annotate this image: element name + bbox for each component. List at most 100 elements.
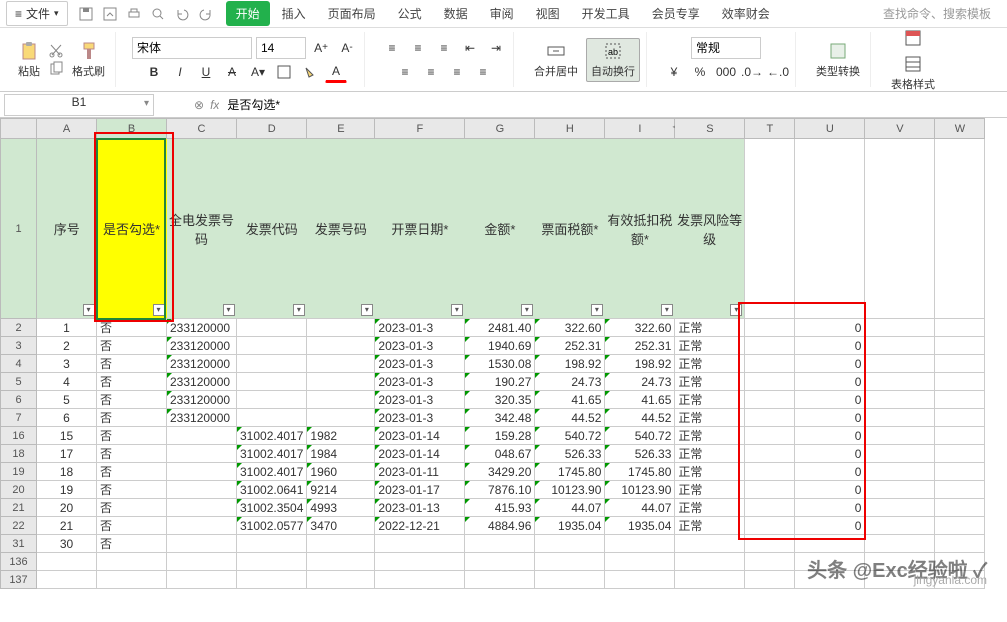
cell[interactable] xyxy=(865,391,935,409)
col-header-W[interactable]: W xyxy=(935,119,985,139)
cell[interactable]: 540.72 xyxy=(605,427,675,445)
cell[interactable] xyxy=(935,373,985,391)
cell[interactable]: 526.33 xyxy=(535,445,605,463)
filter-arrow[interactable]: ▾ xyxy=(83,304,95,316)
header-cell-12[interactable] xyxy=(865,139,935,319)
cell[interactable] xyxy=(745,517,795,535)
dec-decimal-icon[interactable]: ←.0 xyxy=(767,61,789,83)
header-cell-7[interactable]: 票面税额*▾ xyxy=(535,139,605,319)
col-header-V[interactable]: V xyxy=(865,119,935,139)
cell[interactable] xyxy=(167,427,237,445)
cell[interactable]: 7876.10 xyxy=(465,481,535,499)
cell[interactable]: 18 xyxy=(37,463,97,481)
row-header-20[interactable]: 20 xyxy=(1,481,37,499)
cell[interactable]: 24.73 xyxy=(535,373,605,391)
header-cell-4[interactable]: 发票号码▾ xyxy=(307,139,375,319)
col-header-G[interactable]: G xyxy=(465,119,535,139)
cell[interactable]: 31002.0577 xyxy=(237,517,307,535)
cell[interactable]: 048.67 xyxy=(465,445,535,463)
col-header-F[interactable]: F xyxy=(375,119,465,139)
cell[interactable] xyxy=(745,445,795,463)
cell[interactable] xyxy=(745,319,795,337)
row-header-18[interactable]: 18 xyxy=(1,445,37,463)
header-cell-8[interactable]: 有效抵扣税额*▾ xyxy=(605,139,675,319)
align-middle-icon[interactable]: ≡ xyxy=(407,37,429,59)
cell[interactable]: 252.31 xyxy=(605,337,675,355)
col-header-T[interactable]: T xyxy=(745,119,795,139)
header-cell-1[interactable]: 是否勾选*▾ xyxy=(97,139,167,319)
cell[interactable] xyxy=(237,571,307,589)
filter-arrow[interactable]: ▾ xyxy=(293,304,305,316)
cell[interactable]: 198.92 xyxy=(605,355,675,373)
cell[interactable] xyxy=(745,499,795,517)
cell[interactable]: 24.73 xyxy=(605,373,675,391)
font-more-button[interactable]: A▾ xyxy=(247,61,269,83)
filter-arrow[interactable]: ▾ xyxy=(521,304,533,316)
cell[interactable] xyxy=(745,391,795,409)
col-header-B[interactable]: B xyxy=(97,119,167,139)
inc-decimal-icon[interactable]: .0→ xyxy=(741,61,763,83)
cell[interactable]: 19 xyxy=(37,481,97,499)
cell[interactable] xyxy=(865,409,935,427)
cell[interactable]: 322.60 xyxy=(605,319,675,337)
cell[interactable]: 540.72 xyxy=(535,427,605,445)
cell[interactable] xyxy=(307,535,375,553)
cell[interactable] xyxy=(745,355,795,373)
cell[interactable] xyxy=(745,427,795,445)
tab-9[interactable]: 效率财会 xyxy=(712,1,780,26)
cell[interactable]: 否 xyxy=(97,427,167,445)
cell[interactable]: 否 xyxy=(97,337,167,355)
cell[interactable]: 正常 xyxy=(675,481,745,499)
cell[interactable] xyxy=(237,553,307,571)
row-header-21[interactable]: 21 xyxy=(1,499,37,517)
cell[interactable] xyxy=(375,553,465,571)
cell[interactable] xyxy=(675,571,745,589)
tab-1[interactable]: 插入 xyxy=(272,1,316,26)
cell[interactable] xyxy=(935,535,985,553)
cell[interactable] xyxy=(605,553,675,571)
header-cell-9[interactable]: 发票风险等级▾ xyxy=(675,139,745,319)
cell[interactable] xyxy=(307,553,375,571)
row-header-136[interactable]: 136 xyxy=(1,553,37,571)
cell[interactable]: 2023-01-14 xyxy=(375,427,465,445)
cell[interactable] xyxy=(167,517,237,535)
cell[interactable] xyxy=(237,337,307,355)
paste-button[interactable]: 粘贴 xyxy=(14,39,44,81)
print-preview-icon[interactable] xyxy=(150,6,166,22)
cell[interactable] xyxy=(167,499,237,517)
cell[interactable]: 1982 xyxy=(307,427,375,445)
filter-arrow[interactable]: ▾ xyxy=(451,304,463,316)
cell[interactable]: 233120000 xyxy=(167,337,237,355)
cell[interactable] xyxy=(307,373,375,391)
row-header-16[interactable]: 16 xyxy=(1,427,37,445)
cell[interactable] xyxy=(745,481,795,499)
cell[interactable]: 正常 xyxy=(675,391,745,409)
tab-0[interactable]: 开始 xyxy=(226,1,270,26)
cell[interactable]: 233120000 xyxy=(167,409,237,427)
print-icon[interactable] xyxy=(126,6,142,22)
cell[interactable] xyxy=(865,373,935,391)
cell[interactable] xyxy=(465,571,535,589)
indent-inc-icon[interactable]: ⇥ xyxy=(485,37,507,59)
cell[interactable] xyxy=(237,409,307,427)
cell[interactable] xyxy=(935,409,985,427)
row-header-5[interactable]: 5 xyxy=(1,373,37,391)
tab-8[interactable]: 会员专享 xyxy=(642,1,710,26)
cell[interactable] xyxy=(535,553,605,571)
cell[interactable] xyxy=(535,535,605,553)
cell[interactable] xyxy=(935,481,985,499)
cell[interactable] xyxy=(237,373,307,391)
cell[interactable] xyxy=(745,409,795,427)
cell[interactable]: 1940.69 xyxy=(465,337,535,355)
cell[interactable]: 3470 xyxy=(307,517,375,535)
filter-arrow[interactable]: ▾ xyxy=(661,304,673,316)
cancel-icon[interactable]: ⊗ xyxy=(194,98,204,112)
cell[interactable]: 否 xyxy=(97,445,167,463)
cell[interactable]: 1530.08 xyxy=(465,355,535,373)
cell[interactable] xyxy=(307,409,375,427)
cell[interactable]: 342.48 xyxy=(465,409,535,427)
cell[interactable]: 44.07 xyxy=(605,499,675,517)
cell[interactable] xyxy=(745,571,795,589)
cell[interactable]: 1960 xyxy=(307,463,375,481)
format-painter-button[interactable]: 格式刷 xyxy=(68,39,109,81)
